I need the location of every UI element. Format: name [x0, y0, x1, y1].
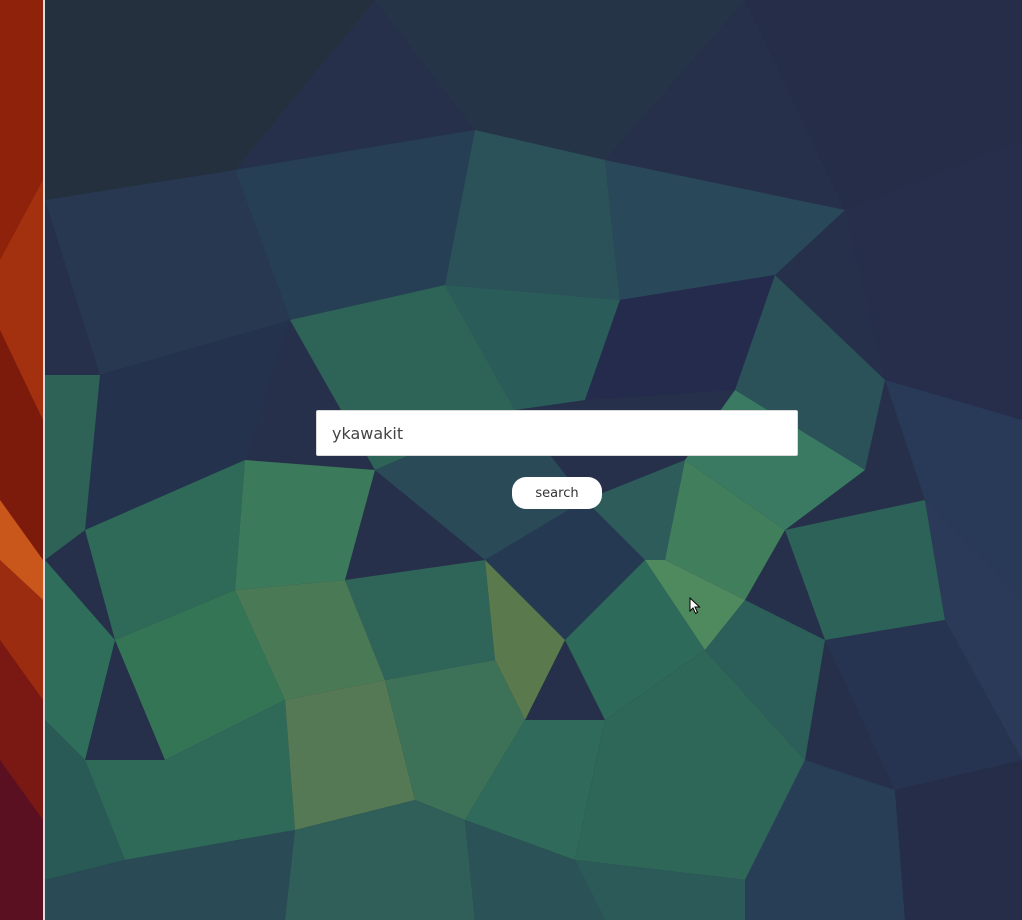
low-poly-background	[45, 0, 1022, 920]
mouse-pointer-icon	[689, 597, 701, 615]
screen: search	[0, 0, 1022, 920]
search-input[interactable]	[316, 410, 798, 456]
search-button[interactable]: search	[512, 477, 602, 509]
app-window: search	[45, 0, 1022, 920]
desktop-wallpaper-edge	[0, 0, 43, 920]
